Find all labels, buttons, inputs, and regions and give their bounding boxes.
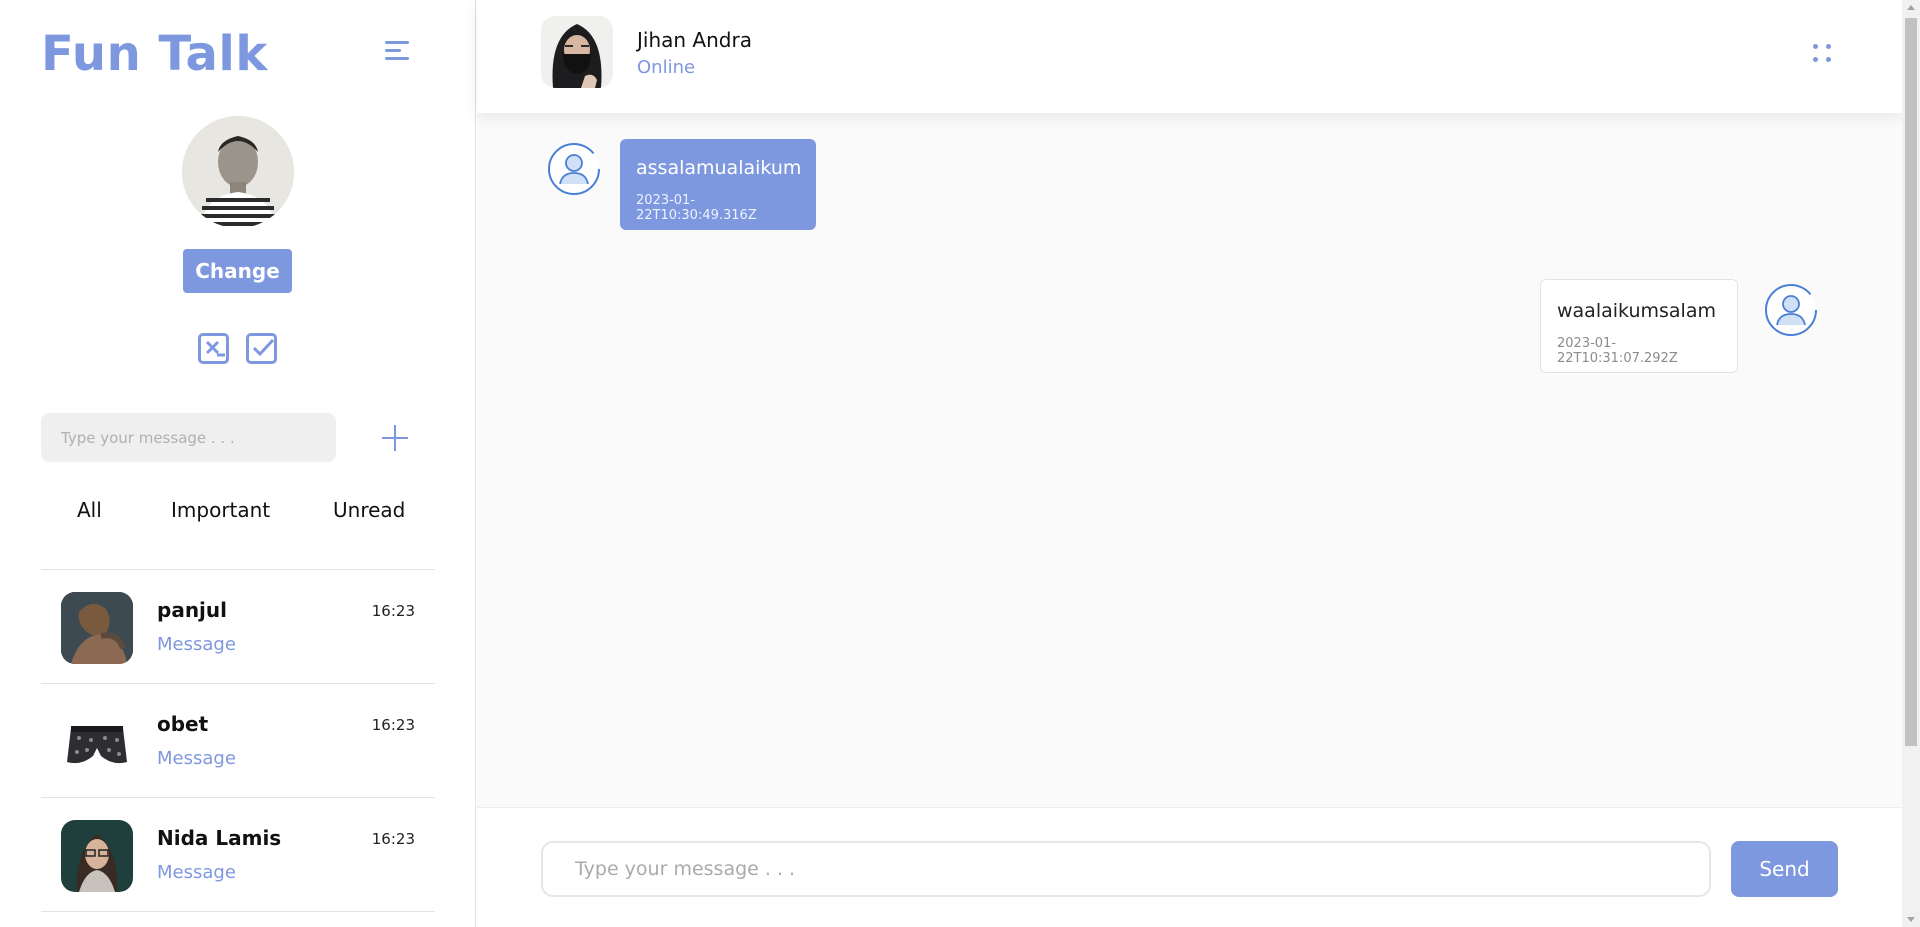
message-time: 2023-01-22T10:31:07.292Z [1557,336,1678,366]
chat-panel: Jihan Andra Online assalamualaikum 2023-… [477,0,1902,927]
header-avatar[interactable] [541,16,613,88]
message-composer: Send [477,807,1902,927]
scrollbar-thumb[interactable] [1905,18,1917,746]
scroll-down-icon[interactable] [1907,917,1915,922]
dots-grid-icon[interactable] [1813,44,1833,64]
hamburger-menu-icon[interactable] [385,41,413,65]
contact-list: panjul Message 16:23 obet Message 16:23 [41,569,435,912]
divider [41,911,435,912]
message-text: assalamualaikum [636,157,802,179]
contact-time: 16:23 [371,602,415,620]
contact-name: Nida Lamis [157,826,282,850]
list-item[interactable]: Nida Lamis Message 16:23 [41,797,435,911]
message-text: waalaikumsalam [1557,300,1716,322]
x-square-icon[interactable] [198,333,229,364]
contact-avatar [61,820,133,892]
contact-message: Message [157,634,236,655]
profile-avatar [182,116,294,228]
contact-name: obet [157,712,209,736]
chat-contact-status: Online [637,57,696,78]
message-input[interactable] [541,841,1711,897]
contact-avatar [61,592,133,664]
brand-title: Fun Talk [41,26,268,82]
contact-message: Message [157,862,236,883]
outgoing-message-bubble: waalaikumsalam 2023-01-22T10:31:07.292Z [1540,279,1738,373]
incoming-message-bubble: assalamualaikum 2023-01-22T10:30:49.316Z [620,139,816,230]
chat-header: Jihan Andra Online [477,0,1902,113]
message-time: 2023-01-22T10:30:49.316Z [636,193,757,223]
change-photo-button[interactable]: Change [183,249,292,293]
tab-all[interactable]: All [77,498,102,522]
list-item[interactable]: panjul Message 16:23 [41,569,435,683]
search-input[interactable] [41,413,336,462]
user-avatar-icon [1764,283,1818,337]
contact-message: Message [157,748,236,769]
tab-important[interactable]: Important [171,498,270,522]
contact-time: 16:23 [371,830,415,848]
contact-avatar [61,706,133,778]
sidebar: Fun Talk Change All Important Unread [0,0,476,927]
filter-tabs: All Important Unread [41,498,435,534]
contact-time: 16:23 [371,716,415,734]
list-item[interactable]: obet Message 16:23 [41,683,435,797]
plus-icon[interactable] [382,425,408,451]
user-avatar-icon [547,142,601,196]
scroll-up-icon[interactable] [1907,5,1915,10]
page-scrollbar[interactable] [1902,0,1920,927]
tab-unread[interactable]: Unread [333,498,405,522]
send-button[interactable]: Send [1731,841,1838,897]
contact-name: panjul [157,598,227,622]
chat-contact-name: Jihan Andra [637,28,752,52]
check-square-icon[interactable] [246,333,277,364]
